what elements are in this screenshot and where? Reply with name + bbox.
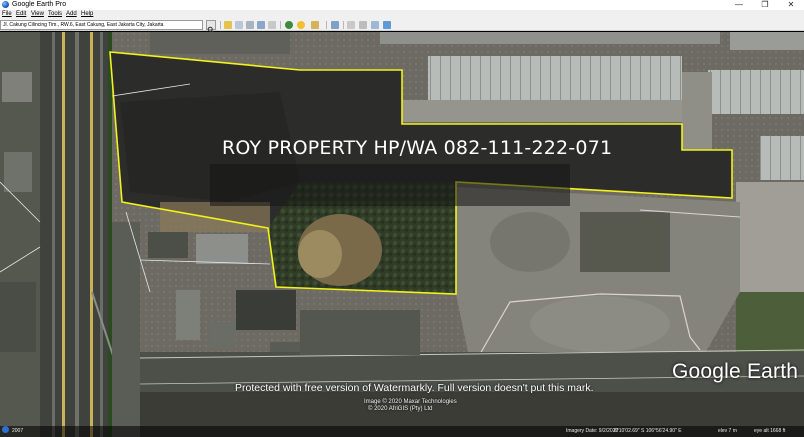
maps-icon[interactable] xyxy=(383,21,391,29)
status-bar: 2007 Imagery Date: 9/2/2020 6°10'02.69" … xyxy=(0,426,804,437)
overlay-icon[interactable] xyxy=(257,21,265,29)
planets-icon[interactable] xyxy=(311,21,319,29)
toolbar: Jl. Cakung Cilincing Tim., RW.6, East Ca… xyxy=(0,19,804,34)
watermark-banner xyxy=(210,164,570,206)
cursor-coordinates: 6°10'02.69" S 106°56'24.90" E xyxy=(614,428,682,434)
record-tour-icon[interactable] xyxy=(268,21,276,29)
toolbar-separator xyxy=(343,21,344,29)
close-button[interactable]: ✕ xyxy=(778,0,804,10)
search-input[interactable]: Jl. Cakung Cilincing Tim., RW.6, East Ca… xyxy=(0,20,203,30)
google-earth-logo: Google Earth xyxy=(672,360,799,383)
menu-file[interactable]: File xyxy=(2,10,12,19)
minimize-button[interactable]: — xyxy=(726,0,752,10)
imagery-copyright: Image © 2020 Maxar Technologies xyxy=(364,399,457,405)
map-data-copyright: © 2020 AfriGIS (Pty) Ltd xyxy=(368,406,433,412)
menu-help[interactable]: Help xyxy=(81,10,93,19)
sun-icon[interactable] xyxy=(297,21,305,29)
menu-edit[interactable]: Edit xyxy=(16,10,26,19)
placemark-icon[interactable] xyxy=(224,21,232,29)
polygon-icon[interactable] xyxy=(235,21,243,29)
path-icon[interactable] xyxy=(246,21,254,29)
toolbar-separator xyxy=(280,21,281,29)
window-title: Google Earth Pro xyxy=(12,1,67,8)
title-bar: Google Earth Pro — ❐ ✕ xyxy=(0,0,804,10)
menu-bar: File Edit View Tools Add Help xyxy=(0,10,804,19)
toolbar-separator xyxy=(326,21,327,29)
search-icon[interactable] xyxy=(206,20,216,34)
historical-imagery-icon[interactable] xyxy=(285,21,293,29)
print-icon[interactable] xyxy=(359,21,367,29)
property-watermark-text: ROY PROPERTY HP/WA 082-111-222-071 xyxy=(222,137,613,159)
ruler-icon[interactable] xyxy=(331,21,339,29)
watermarkly-notice: Protected with free version of Watermark… xyxy=(235,382,594,394)
menu-tools[interactable]: Tools xyxy=(48,10,62,19)
eye-altitude-readout: eye alt 1668 ft xyxy=(754,428,786,434)
save-image-icon[interactable] xyxy=(371,21,379,29)
imagery-date: Imagery Date: 9/2/2020 xyxy=(566,428,619,434)
menu-add[interactable]: Add xyxy=(66,10,77,19)
elevation-readout: elev 7 m xyxy=(718,428,737,434)
menu-view[interactable]: View xyxy=(31,10,44,19)
toolbar-separator xyxy=(220,21,221,29)
tour-guide-icon[interactable] xyxy=(2,426,9,433)
google-earth-app-icon xyxy=(2,1,9,8)
maximize-button[interactable]: ❐ xyxy=(752,0,778,10)
historical-year[interactable]: 2007 xyxy=(12,426,23,437)
email-icon[interactable] xyxy=(347,21,355,29)
